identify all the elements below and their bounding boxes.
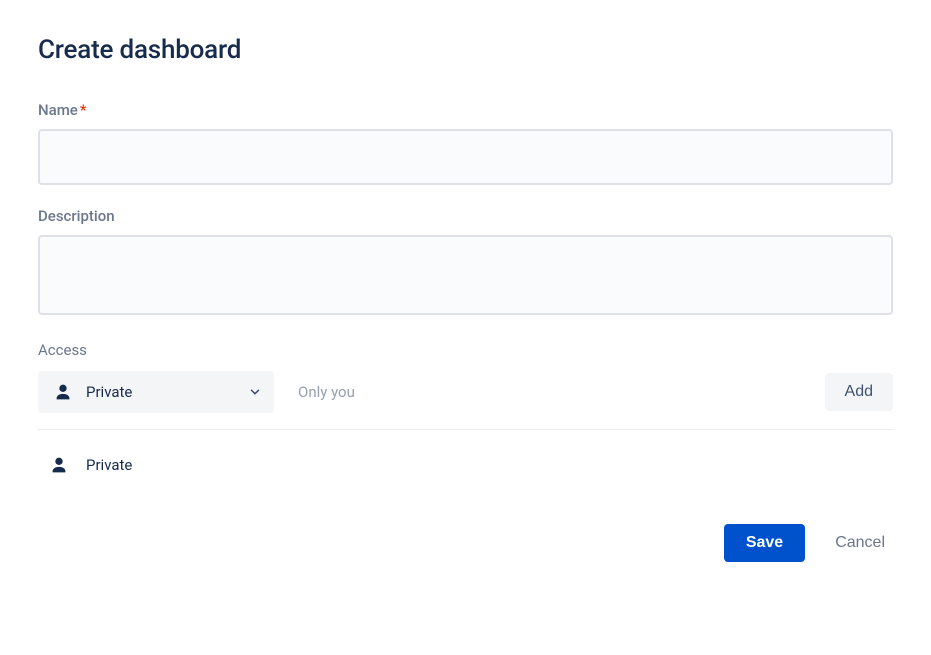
access-list-item: Private [38,430,893,486]
access-section: Access Private Only you Add [38,341,893,486]
description-label: Description [38,207,893,225]
name-input[interactable] [38,129,893,185]
page-title: Create dashboard [38,35,893,65]
person-icon [48,454,70,476]
name-label-text: Name [38,101,78,119]
save-button[interactable]: Save [724,524,805,562]
description-input[interactable] [38,235,893,315]
required-asterisk: * [80,101,87,119]
access-select[interactable]: Private [38,371,274,413]
name-field-group: Name* [38,101,893,185]
person-icon [52,381,74,403]
cancel-button[interactable]: Cancel [827,524,893,562]
access-select-value: Private [86,383,236,401]
add-button[interactable]: Add [825,373,893,411]
access-controls-row: Private Only you Add [38,371,893,430]
access-label: Access [38,341,893,359]
dialog-footer: Save Cancel [38,524,893,562]
access-hint: Only you [298,383,355,401]
description-field-group: Description [38,207,893,319]
chevron-down-icon [248,385,262,399]
access-entry-label: Private [86,456,132,474]
name-label: Name* [38,101,893,119]
